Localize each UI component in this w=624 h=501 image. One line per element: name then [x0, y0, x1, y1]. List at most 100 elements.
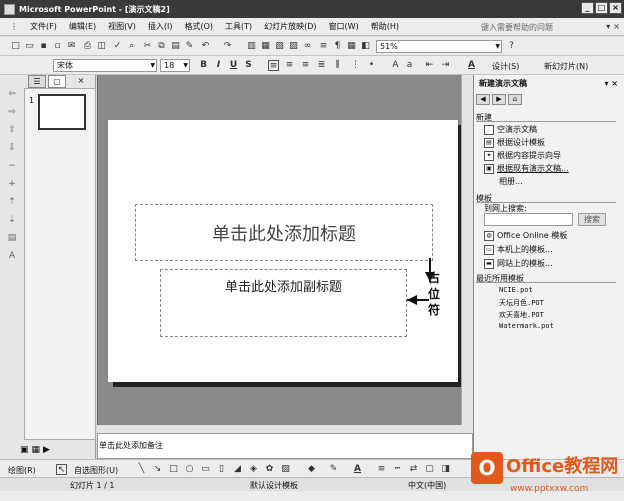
- template-search-input[interactable]: [484, 213, 573, 226]
- font-color-icon[interactable]: A: [466, 60, 477, 71]
- maximize-button[interactable]: □: [595, 2, 608, 14]
- shadow-style-icon[interactable]: ▢: [424, 464, 435, 475]
- undo-icon[interactable]: ↶: [200, 41, 211, 52]
- menu-tools[interactable]: 工具(T): [219, 21, 258, 32]
- close-pane-icon[interactable]: ×: [72, 75, 90, 88]
- wordart-icon[interactable]: ◢: [232, 464, 243, 475]
- recent-template-item[interactable]: Watermark.pot: [499, 322, 554, 330]
- textbox-icon[interactable]: ▭: [200, 464, 211, 475]
- align-left-icon[interactable]: ≡: [268, 60, 279, 71]
- collapse-icon[interactable]: −: [6, 160, 18, 172]
- summary-slide-icon[interactable]: ▤: [6, 232, 18, 244]
- distribute-icon[interactable]: ⫼: [332, 60, 343, 71]
- bullets-icon[interactable]: •: [366, 60, 377, 71]
- menu-file[interactable]: 文件(F): [24, 21, 63, 32]
- document-close-icon[interactable]: ×: [613, 22, 620, 31]
- notes-pane[interactable]: 单击此处添加备注: [97, 433, 473, 459]
- horizontal-scrollbar[interactable]: [97, 425, 473, 433]
- website-templates-link[interactable]: ▬ 网站上的模板...: [484, 258, 553, 269]
- slideshow-view-icon[interactable]: ▶: [43, 445, 50, 458]
- bold-button[interactable]: B: [198, 60, 209, 71]
- show-formatting-icon[interactable]: A: [6, 250, 18, 262]
- task-pane-close-icon[interactable]: ▾ ×: [604, 77, 618, 91]
- recent-template-item[interactable]: 天坛月色.POT: [499, 298, 544, 308]
- research-icon[interactable]: ⌕: [126, 41, 137, 52]
- menu-help[interactable]: 帮助(H): [365, 21, 405, 32]
- underline-button[interactable]: U: [228, 60, 239, 71]
- new-slide-button[interactable]: 新幻灯片(N): [544, 61, 588, 72]
- select-objects-icon[interactable]: ↖: [56, 464, 67, 475]
- promote-icon[interactable]: ⇦: [6, 88, 18, 100]
- justify-icon[interactable]: ≣: [316, 60, 327, 71]
- menu-window[interactable]: 窗口(W): [323, 21, 365, 32]
- vertical-scrollbar[interactable]: [461, 75, 473, 433]
- print-preview-icon[interactable]: ◫: [96, 41, 107, 52]
- insert-picture-icon[interactable]: ▨: [288, 41, 299, 52]
- print-icon[interactable]: ⎙: [82, 41, 93, 52]
- forward-icon[interactable]: ▶: [492, 94, 506, 105]
- recent-template-item[interactable]: 欢天喜地.POT: [499, 310, 544, 320]
- redo-icon[interactable]: ↷: [222, 41, 233, 52]
- fill-color-icon[interactable]: ◆: [306, 464, 317, 475]
- home-icon[interactable]: ⌂: [508, 94, 522, 105]
- subtitle-placeholder[interactable]: 单击此处添加副标题: [160, 269, 407, 337]
- align-right-icon[interactable]: ≡: [300, 60, 311, 71]
- clipart-icon[interactable]: ✿: [264, 464, 275, 475]
- cut-icon[interactable]: ✂: [142, 41, 153, 52]
- save-icon[interactable]: ▪: [38, 41, 49, 52]
- insert-chart-icon[interactable]: ▥: [246, 41, 257, 52]
- office-online-templates-link[interactable]: ◍ Office Online 模板: [484, 230, 567, 241]
- close-button[interactable]: ×: [609, 2, 622, 14]
- show-formatting-icon[interactable]: ¶: [332, 41, 343, 52]
- help-dropdown-icon[interactable]: ▾: [606, 22, 610, 31]
- autocontent-wizard-link[interactable]: ✦ 根据内容提示向导: [484, 150, 561, 161]
- collapse-all-icon[interactable]: ⇡: [6, 196, 18, 208]
- font-color-icon[interactable]: A: [352, 464, 363, 475]
- blank-presentation-link[interactable]: 空演示文稿: [484, 124, 537, 135]
- tab-outline[interactable]: ☰: [28, 75, 46, 88]
- from-existing-presentation-link[interactable]: ▣ 根据现有演示文稿...: [484, 163, 569, 174]
- back-icon[interactable]: ◀: [476, 94, 490, 105]
- photo-album-link[interactable]: 相册...: [499, 176, 523, 187]
- line-style-icon[interactable]: ≡: [376, 464, 387, 475]
- help-icon[interactable]: ?: [506, 41, 517, 52]
- demote-icon[interactable]: ⇨: [6, 106, 18, 118]
- menu-slideshow[interactable]: 幻灯片放映(D): [258, 21, 322, 32]
- arrow-icon[interactable]: ↘: [152, 464, 163, 475]
- search-button[interactable]: 搜索: [578, 213, 606, 226]
- menu-view[interactable]: 视图(V): [102, 21, 142, 32]
- sorter-view-icon[interactable]: ▦: [32, 445, 41, 458]
- format-painter-icon[interactable]: ✎: [184, 41, 195, 52]
- title-placeholder[interactable]: 单击此处添加标题: [135, 204, 433, 261]
- draw-menu-button[interactable]: 绘图(R): [8, 465, 36, 476]
- dash-style-icon[interactable]: ┅: [392, 464, 403, 475]
- local-templates-link[interactable]: ▭ 本机上的模板...: [484, 244, 553, 255]
- help-question-input[interactable]: 键入需要帮助的问题: [479, 21, 599, 34]
- tab-slides[interactable]: ▢: [48, 75, 66, 88]
- expand-all-icon[interactable]: ≡: [318, 41, 329, 52]
- grid-icon[interactable]: ▦: [346, 41, 357, 52]
- align-center-icon[interactable]: ≡: [284, 60, 295, 71]
- hyperlink-icon[interactable]: ∞: [302, 41, 313, 52]
- slide-thumbnail[interactable]: [38, 94, 86, 130]
- autoshapes-button[interactable]: 自选图形(U): [74, 465, 118, 476]
- menu-edit[interactable]: 编辑(E): [63, 21, 102, 32]
- menu-format[interactable]: 格式(O): [178, 21, 219, 32]
- arrow-style-icon[interactable]: ⇄: [408, 464, 419, 475]
- email-icon[interactable]: ✉: [66, 41, 77, 52]
- decrease-font-icon[interactable]: a: [404, 60, 415, 71]
- increase-font-icon[interactable]: A: [390, 60, 401, 71]
- font-name-select[interactable]: 宋体 ▼: [53, 59, 157, 72]
- oval-icon[interactable]: ○: [184, 464, 195, 475]
- line-icon[interactable]: ╲: [136, 464, 147, 475]
- diagram-icon[interactable]: ◈: [248, 464, 259, 475]
- from-design-template-link[interactable]: ▤ 根据设计模板: [484, 137, 545, 148]
- normal-view-icon[interactable]: ▣: [20, 445, 29, 458]
- spelling-icon[interactable]: ✓: [112, 41, 123, 52]
- font-size-select[interactable]: 18 ▼: [160, 59, 190, 72]
- recent-template-item[interactable]: NCIE.pot: [499, 286, 533, 294]
- open-icon[interactable]: ▭: [24, 41, 35, 52]
- new-icon[interactable]: □: [10, 41, 21, 52]
- expand-icon[interactable]: +: [6, 178, 18, 190]
- shadow-button[interactable]: S: [243, 60, 254, 71]
